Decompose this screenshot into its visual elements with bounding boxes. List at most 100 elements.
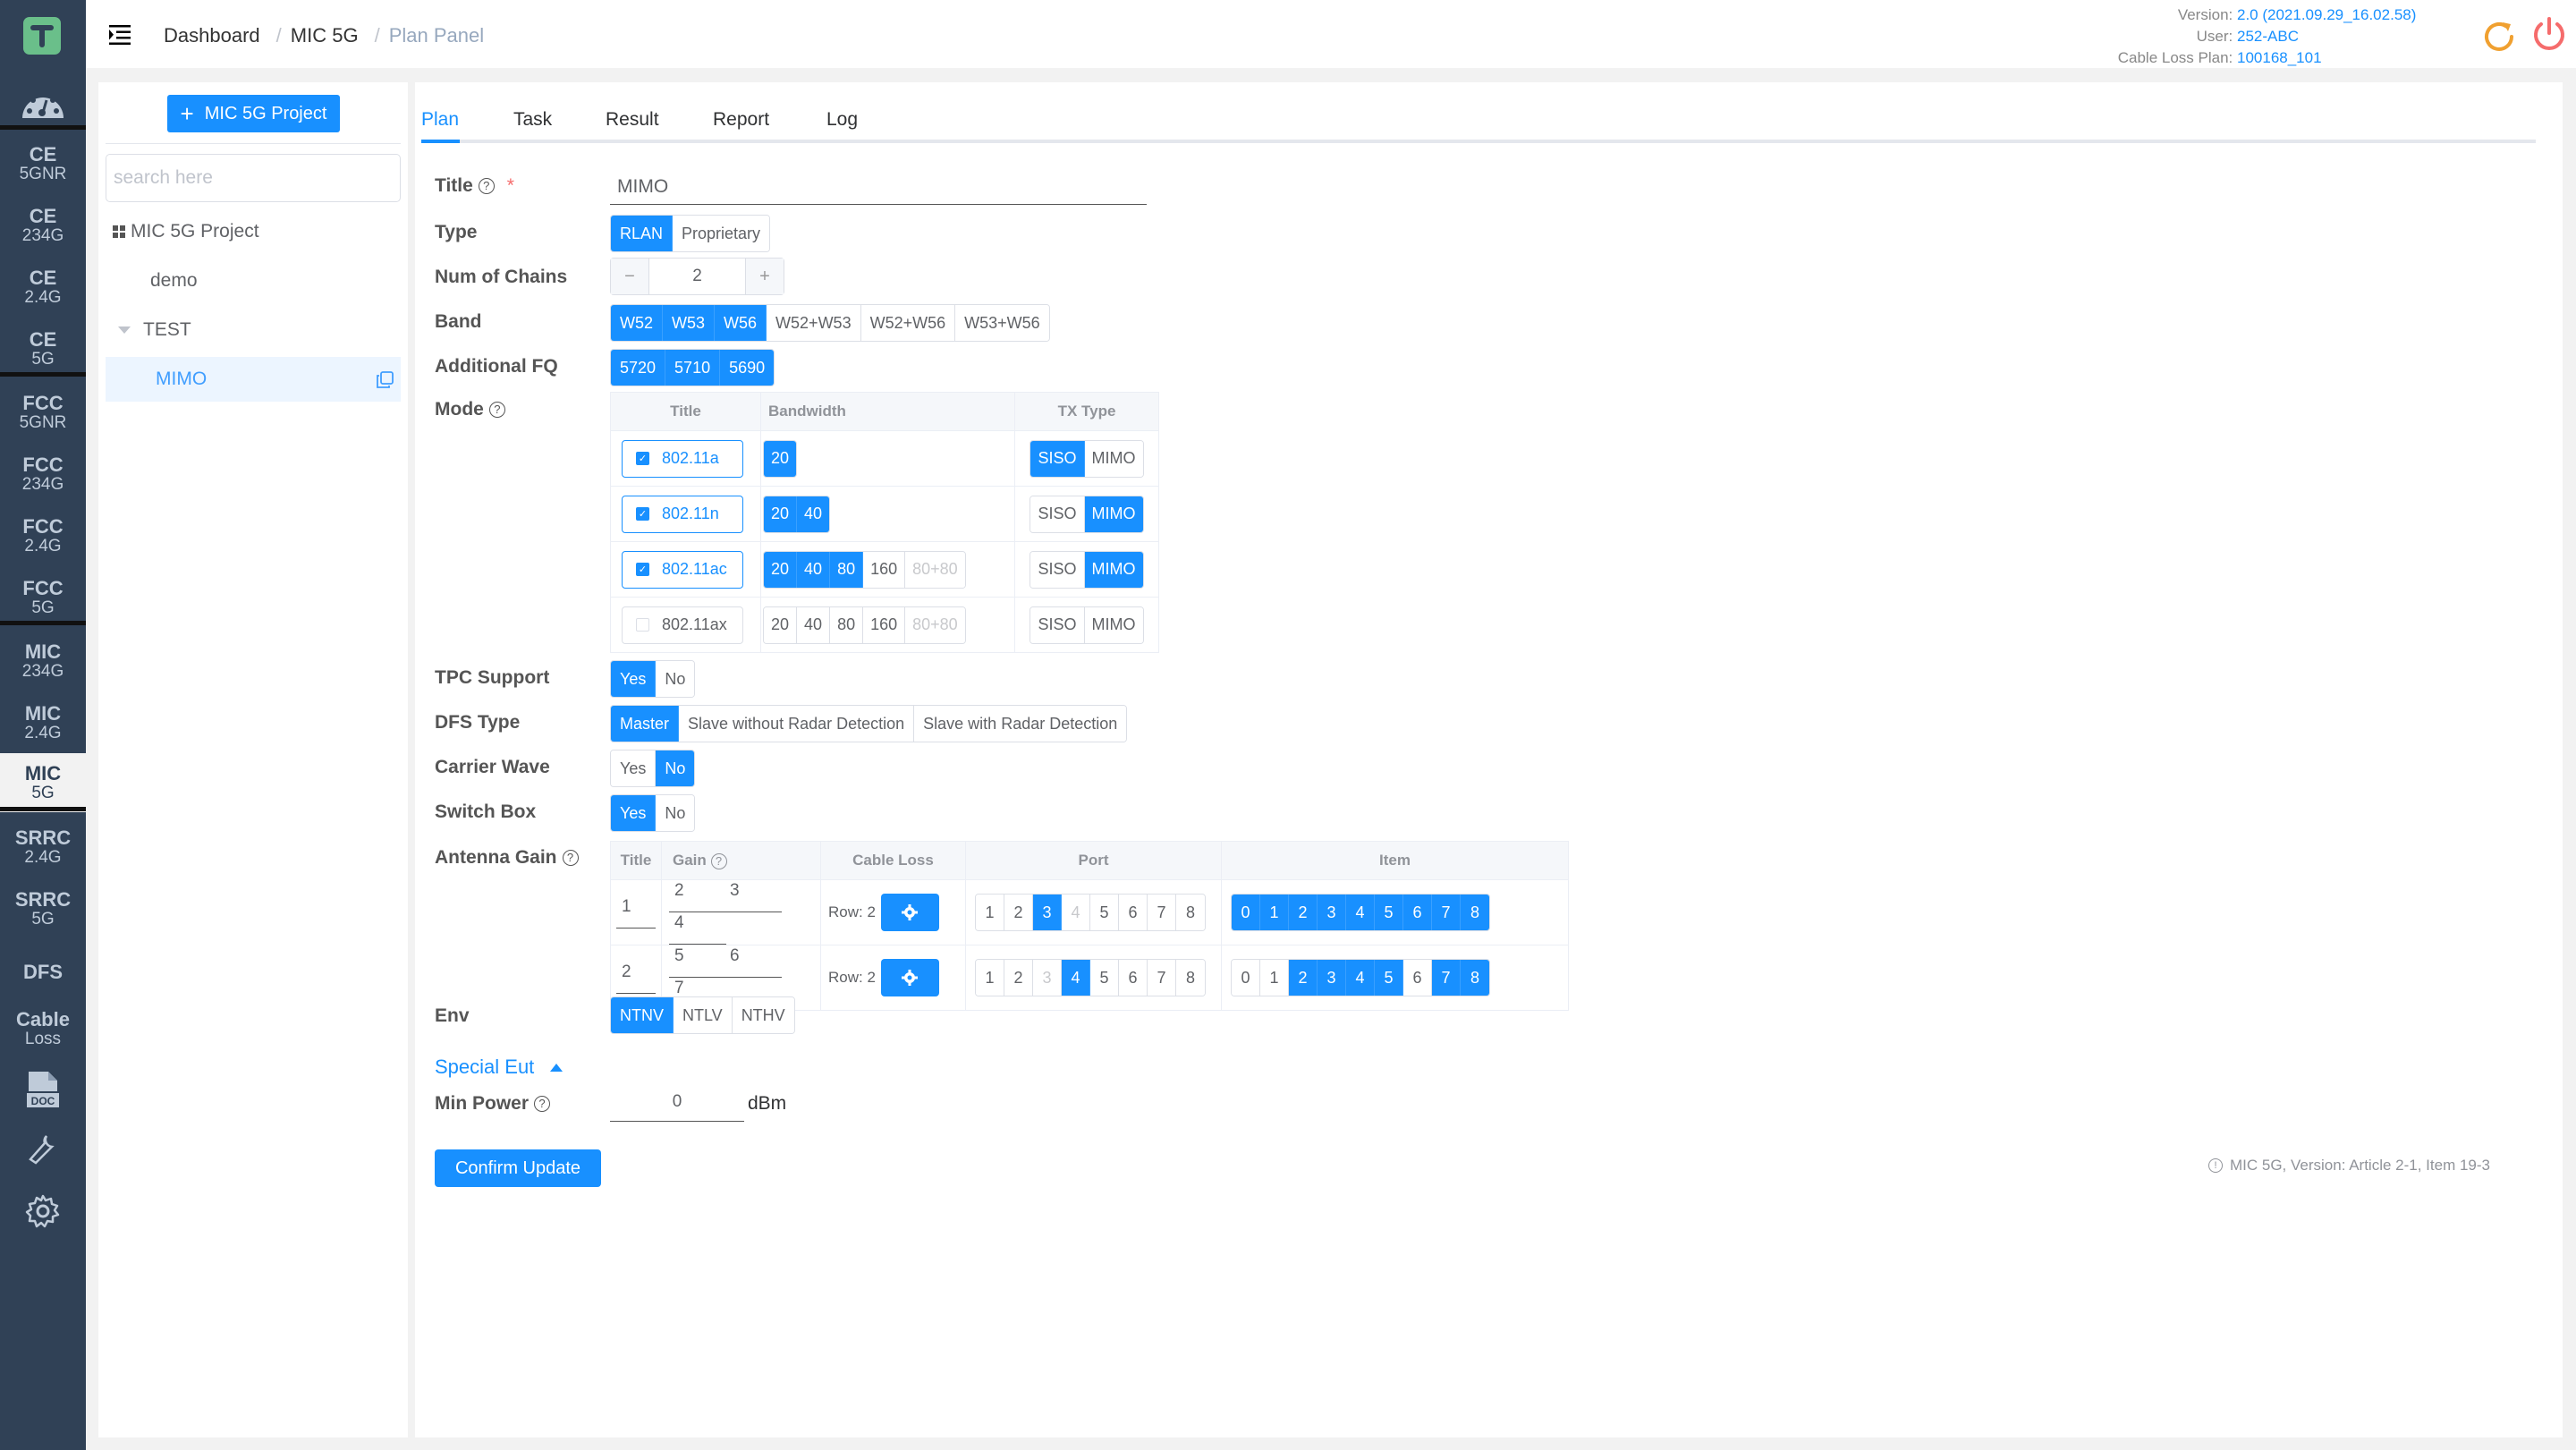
fq-option-5710[interactable]: 5710 bbox=[665, 350, 721, 386]
gain-input[interactable]: 2 bbox=[669, 880, 726, 912]
tree-item-mimo[interactable]: MIMO bbox=[106, 357, 401, 402]
tx-type-selector-option[interactable]: SISO bbox=[1030, 606, 1085, 643]
tx-type-selector-option[interactable]: MIMO bbox=[1084, 496, 1143, 532]
bandwidth-selector-option[interactable]: 20 bbox=[764, 440, 797, 477]
item-selector-option[interactable]: 6 bbox=[1403, 960, 1432, 996]
sidebar-item-fcc-5gnr[interactable]: FCC 5GNR bbox=[0, 383, 86, 440]
port-selector-option[interactable]: 3 bbox=[1033, 960, 1062, 996]
sidebar-item-srrc-5g[interactable]: SRRC 5G bbox=[0, 879, 86, 937]
port-selector-option[interactable]: 2 bbox=[1004, 895, 1033, 930]
bandwidth-selector-option[interactable]: 20 bbox=[764, 496, 798, 532]
port-selector-option[interactable]: 6 bbox=[1119, 960, 1148, 996]
fq-option-5720[interactable]: 5720 bbox=[611, 350, 666, 386]
help-icon[interactable]: ? bbox=[534, 1096, 551, 1112]
mode-checkbox[interactable]: ✓ 802.11n bbox=[622, 495, 743, 533]
tab-result[interactable]: Result bbox=[606, 109, 659, 131]
copy-icon[interactable] bbox=[376, 371, 394, 394]
item-selector-option[interactable]: 3 bbox=[1318, 895, 1346, 930]
band-option-w53-w56[interactable]: W53+W56 bbox=[955, 305, 1049, 341]
sidebar-item-ce-5gnr[interactable]: CE 5GNR bbox=[0, 134, 86, 191]
item-selector-option[interactable]: 1 bbox=[1260, 960, 1289, 996]
antenna-title-input[interactable]: 1 bbox=[616, 896, 656, 929]
mode-checkbox[interactable]: 802.11ax bbox=[622, 606, 743, 644]
port-selector-option[interactable]: 8 bbox=[1176, 895, 1205, 930]
dfs-option-master[interactable]: Master bbox=[611, 706, 680, 742]
bandwidth-selector-option[interactable]: 20 bbox=[764, 551, 798, 588]
item-selector-option[interactable]: 5 bbox=[1375, 895, 1403, 930]
breadcrumb-dashboard[interactable]: Dashboard bbox=[164, 24, 260, 47]
tab-task[interactable]: Task bbox=[513, 109, 552, 131]
tx-type-selector-option[interactable]: SISO bbox=[1030, 551, 1085, 588]
tab-report[interactable]: Report bbox=[713, 109, 769, 131]
item-selector-option[interactable]: 6 bbox=[1403, 895, 1432, 930]
band-option-w52-w53[interactable]: W52+W53 bbox=[767, 305, 861, 341]
settings-gear-icon[interactable] bbox=[0, 1193, 86, 1229]
tpc-option-yes[interactable]: Yes bbox=[611, 661, 657, 697]
bandwidth-selector-option[interactable]: 80 bbox=[830, 551, 864, 588]
port-selector-option[interactable]: 5 bbox=[1090, 960, 1119, 996]
title-input[interactable] bbox=[610, 169, 1147, 205]
env-option-nthv[interactable]: NTHV bbox=[732, 997, 794, 1033]
item-selector-option[interactable]: 7 bbox=[1432, 895, 1461, 930]
tpc-option-no[interactable]: No bbox=[656, 661, 695, 697]
tx-type-selector-option[interactable]: SISO bbox=[1030, 496, 1085, 532]
type-option-rlan[interactable]: RLAN bbox=[611, 216, 674, 251]
sidebar-item-dfs[interactable]: DFS bbox=[0, 943, 86, 1000]
port-selector-option[interactable]: 1 bbox=[976, 895, 1004, 930]
gain-input[interactable]: 3 bbox=[724, 880, 782, 912]
sidebar-item-mic-5g[interactable]: MIC 5G bbox=[0, 753, 86, 812]
help-icon[interactable]: ? bbox=[478, 178, 495, 194]
help-icon[interactable]: ? bbox=[710, 853, 727, 869]
increment-button[interactable]: + bbox=[746, 259, 784, 294]
item-selector-option[interactable]: 8 bbox=[1461, 960, 1489, 996]
item-selector-option[interactable]: 7 bbox=[1432, 960, 1461, 996]
menu-toggle-icon[interactable] bbox=[109, 25, 131, 45]
sidebar-item-cable-loss[interactable]: Cable Loss bbox=[0, 999, 86, 1056]
tree-item-root[interactable]: MIC 5G Project bbox=[106, 209, 401, 254]
item-selector-option[interactable]: 3 bbox=[1318, 960, 1346, 996]
min-power-input[interactable]: 0 bbox=[610, 1084, 744, 1122]
tree-item-demo[interactable]: demo bbox=[106, 259, 401, 303]
breadcrumb-mic5g[interactable]: MIC 5G bbox=[291, 24, 359, 47]
bandwidth-selector-option[interactable]: 20 bbox=[764, 606, 798, 643]
bandwidth-selector-option[interactable]: 40 bbox=[797, 551, 831, 588]
caret-down-icon[interactable] bbox=[118, 326, 131, 334]
item-selector-option[interactable]: 8 bbox=[1461, 895, 1489, 930]
bandwidth-selector-option[interactable]: 40 bbox=[797, 606, 831, 643]
port-selector-option[interactable]: 1 bbox=[976, 960, 1004, 996]
item-selector-option[interactable]: 5 bbox=[1375, 960, 1403, 996]
tx-type-selector-option[interactable]: MIMO bbox=[1084, 551, 1143, 588]
gain-input[interactable]: 4 bbox=[669, 912, 726, 945]
tx-type-selector-option[interactable]: MIMO bbox=[1084, 606, 1143, 643]
tx-type-selector-option[interactable]: SISO bbox=[1030, 440, 1085, 477]
tx-type-selector-option[interactable]: MIMO bbox=[1084, 440, 1143, 477]
gain-input[interactable]: 6 bbox=[724, 945, 782, 978]
mode-checkbox[interactable]: ✓ 802.11ac bbox=[622, 550, 743, 589]
item-selector-option[interactable]: 1 bbox=[1260, 895, 1289, 930]
cable-loss-settings-button[interactable] bbox=[880, 959, 939, 996]
item-selector-option[interactable]: 2 bbox=[1289, 960, 1318, 996]
sidebar-item-ce-2-4g[interactable]: CE 2.4G bbox=[0, 258, 86, 315]
env-option-ntnv[interactable]: NTNV bbox=[611, 997, 674, 1033]
add-project-button[interactable]: + MIC 5G Project bbox=[167, 95, 340, 132]
tab-plan[interactable]: Plan bbox=[421, 109, 459, 131]
env-option-ntlv[interactable]: NTLV bbox=[674, 997, 733, 1033]
item-selector-option[interactable]: 0 bbox=[1232, 960, 1260, 996]
refresh-icon[interactable] bbox=[2481, 19, 2517, 59]
bandwidth-selector-option[interactable]: 80+80 bbox=[905, 551, 965, 588]
wrench-icon[interactable] bbox=[0, 1132, 86, 1165]
port-selector-option[interactable]: 4 bbox=[1062, 895, 1090, 930]
antenna-title-input[interactable]: 2 bbox=[616, 962, 656, 994]
cable-loss-plan-value[interactable]: 100168_101 bbox=[2237, 47, 2428, 69]
confirm-update-button[interactable]: Confirm Update bbox=[435, 1149, 601, 1187]
tab-log[interactable]: Log bbox=[826, 109, 858, 131]
help-icon[interactable]: ? bbox=[488, 402, 505, 418]
bandwidth-selector-option[interactable]: 160 bbox=[863, 551, 906, 588]
switchbox-option-no[interactable]: No bbox=[656, 795, 695, 831]
fq-option-5690[interactable]: 5690 bbox=[720, 350, 775, 386]
sidebar-item-fcc-2-4g[interactable]: FCC 2.4G bbox=[0, 506, 86, 564]
tree-item-test[interactable]: TEST bbox=[106, 308, 401, 352]
band-option-w53[interactable]: W53 bbox=[663, 305, 716, 341]
port-selector-option[interactable]: 6 bbox=[1119, 895, 1148, 930]
type-option-proprietary[interactable]: Proprietary bbox=[673, 216, 770, 251]
